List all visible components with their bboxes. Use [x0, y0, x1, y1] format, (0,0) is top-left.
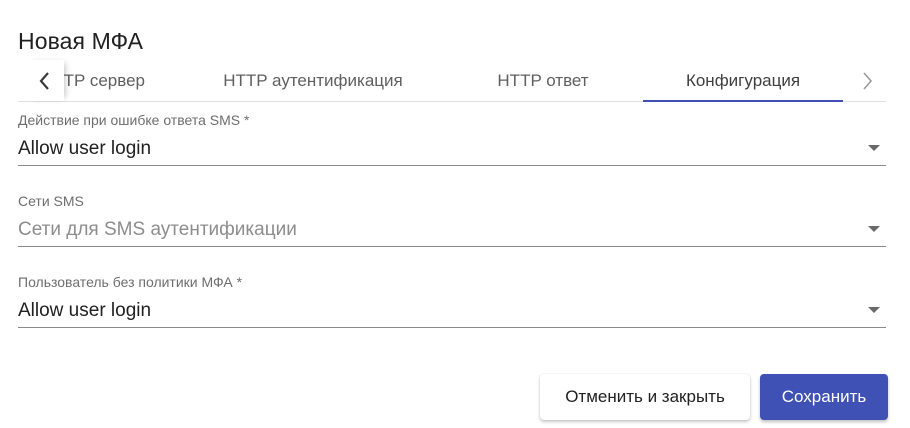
- no-mfa-policy-user-field: Пользователь без политики МФА * Allow us…: [18, 274, 886, 328]
- sms-error-action-value: Allow user login: [18, 138, 152, 159]
- sms-networks-label: Сети SMS: [18, 193, 84, 209]
- no-mfa-policy-user-select[interactable]: Allow user login: [18, 292, 886, 328]
- dropdown-arrow-icon: [868, 145, 880, 151]
- sms-error-action-label: Действие при ошибке ответа SMS *: [18, 112, 250, 128]
- tab-http-response[interactable]: HTTP ответ: [468, 60, 618, 101]
- dialog-title: Новая МФА: [18, 28, 144, 54]
- tab-scroll-right-button[interactable]: [852, 60, 882, 101]
- sms-networks-field: Сети SMS Сети для SMS аутентификации: [18, 193, 886, 247]
- dropdown-arrow-icon: [868, 226, 880, 232]
- sms-networks-select[interactable]: Сети для SMS аутентификации: [18, 211, 886, 247]
- tab-bar: HTTP сервер HTTP аутентификация HTTP отв…: [18, 60, 886, 102]
- save-button[interactable]: Сохранить: [760, 374, 888, 420]
- cancel-and-close-button[interactable]: Отменить и закрыть: [540, 374, 750, 420]
- active-tab-indicator: [643, 100, 843, 102]
- dropdown-arrow-icon: [868, 307, 880, 313]
- sms-networks-placeholder: Сети для SMS аутентификации: [18, 219, 297, 240]
- tab-http-auth[interactable]: HTTP аутентификация: [198, 60, 428, 101]
- sms-error-action-select[interactable]: Allow user login: [18, 130, 886, 166]
- no-mfa-policy-user-label: Пользователь без политики МФА *: [18, 274, 243, 290]
- tab-scroll-left-button[interactable]: [26, 60, 64, 101]
- chevron-right-icon: [863, 71, 873, 90]
- tab-configuration[interactable]: Конфигурация: [643, 60, 843, 101]
- tab-http-server[interactable]: HTTP сервер: [48, 60, 168, 101]
- sms-error-action-field: Действие при ошибке ответа SMS * Allow u…: [18, 112, 886, 166]
- chevron-left-icon: [39, 71, 49, 90]
- tab-list: HTTP сервер HTTP аутентификация HTTP отв…: [48, 60, 850, 101]
- no-mfa-policy-user-value: Allow user login: [18, 300, 152, 321]
